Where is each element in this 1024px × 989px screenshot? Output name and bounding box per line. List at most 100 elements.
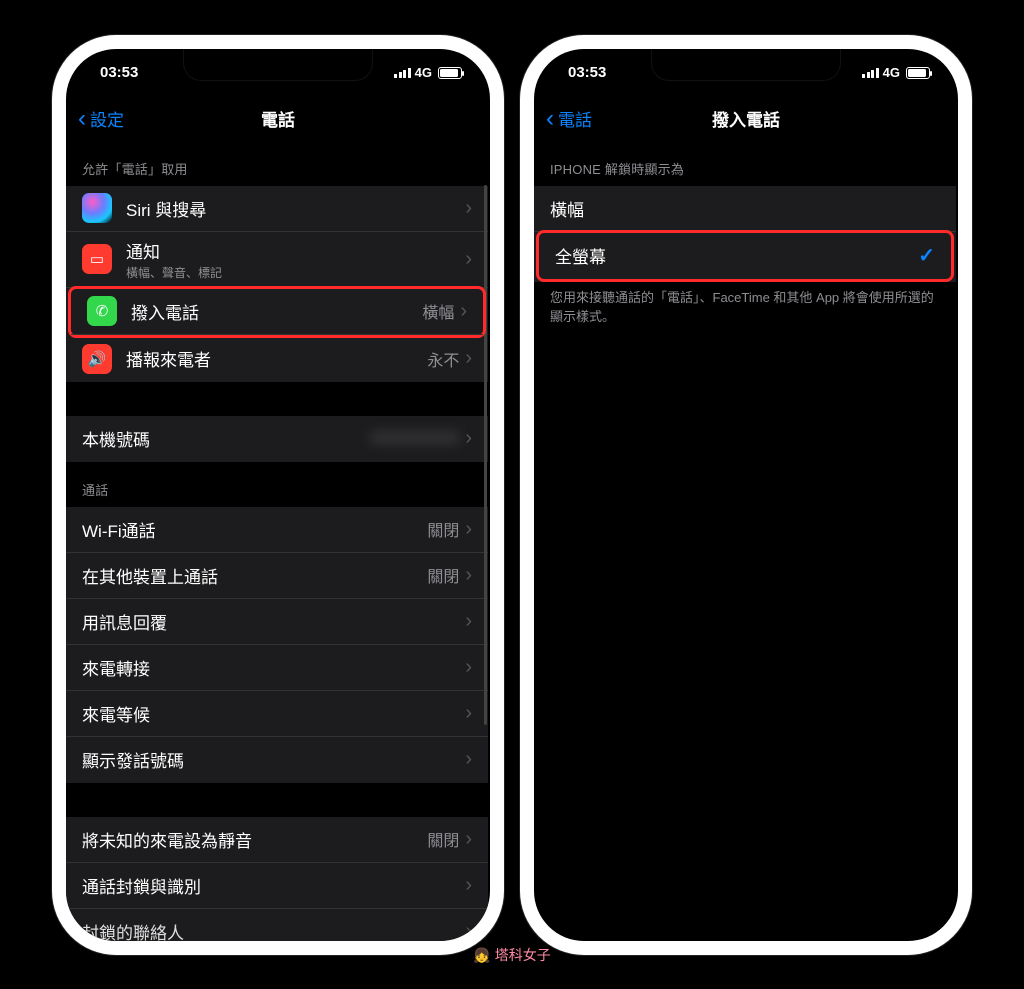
chevron-right-icon: › <box>465 828 472 851</box>
row-notifications[interactable]: ▭ 通知 橫幅、聲音、標記 › <box>66 232 488 288</box>
back-label: 電話 <box>558 106 592 131</box>
group-allow: Siri 與搜尋 › ▭ 通知 橫幅、聲音、標記 › ✆ 撥入電話 橫幅 <box>66 186 488 382</box>
row-reply-message[interactable]: 用訊息回覆 › <box>66 599 488 645</box>
row-label: 本機號碼 <box>82 426 370 451</box>
content-left: 允許「電話」取用 Siri 與搜尋 › ▭ 通知 橫幅、聲音、標記 › <box>66 141 488 941</box>
chevron-right-icon: › <box>465 610 472 633</box>
scroll-indicator[interactable] <box>484 185 487 725</box>
chevron-right-icon: › <box>465 427 472 450</box>
phone-left: 03:53 4G ‹ 設定 電話 允許「電話」取用 Siri 與搜尋 <box>52 35 504 955</box>
row-blocked-contacts[interactable]: 封鎖的聯絡人 › <box>66 909 488 941</box>
row-label: 播報來電者 <box>126 346 427 371</box>
watermark: 👧 塔科女子 <box>473 945 550 965</box>
row-value-blurred: 0000000000 <box>370 430 459 448</box>
row-label: 撥入電話 <box>131 299 422 324</box>
siri-icon <box>82 193 112 223</box>
row-announce-calls[interactable]: 🔊 播報來電者 永不 › <box>66 336 488 382</box>
row-call-blocking[interactable]: 通話封鎖與識別 › <box>66 863 488 909</box>
back-button[interactable]: ‹ 電話 <box>546 97 592 141</box>
group-mynumber: 本機號碼 0000000000 › <box>66 416 488 462</box>
footer-note: 您用來接聽通話的「電話」、FaceTime 和其他 App 將會使用所選的顯示樣… <box>534 280 956 327</box>
speaker-icon: 🔊 <box>82 344 112 374</box>
row-label: 封鎖的聯絡人 <box>82 919 465 941</box>
checkmark-icon: ✓ <box>918 243 935 268</box>
group-bottom: 將未知的來電設為靜音 關閉 › 通話封鎖與識別 › 封鎖的聯絡人 › <box>66 817 488 941</box>
back-label: 設定 <box>90 106 124 131</box>
row-option-fullscreen[interactable]: 全螢幕 ✓ <box>539 233 951 279</box>
row-label: 來電轉接 <box>82 655 465 680</box>
row-my-number[interactable]: 本機號碼 0000000000 › <box>66 416 488 462</box>
row-wifi-calling[interactable]: Wi-Fi通話 關閉 › <box>66 507 488 553</box>
row-siri[interactable]: Siri 與搜尋 › <box>66 186 488 232</box>
group-call: Wi-Fi通話 關閉 › 在其他裝置上通話 關閉 › 用訊息回覆 › 來電轉接 … <box>66 507 488 783</box>
section-header: IPHONE 解鎖時顯示為 <box>534 141 956 186</box>
highlight-incoming: ✆ 撥入電話 橫幅 › <box>68 286 486 338</box>
section-header-call: 通話 <box>66 462 488 507</box>
row-incoming-calls[interactable]: ✆ 撥入電話 橫幅 › <box>71 289 483 335</box>
row-label: 橫幅 <box>550 196 940 221</box>
page-title: 電話 <box>261 106 295 131</box>
content-right: IPHONE 解鎖時顯示為 橫幅 全螢幕 ✓ 您用來接聽通話的「電話」、Face… <box>534 141 956 941</box>
battery-icon <box>438 67 462 79</box>
network-label: 4G <box>883 65 900 80</box>
notch <box>183 49 373 81</box>
notifications-icon: ▭ <box>82 244 112 274</box>
status-time: 03:53 <box>568 64 606 81</box>
chevron-right-icon: › <box>465 347 472 370</box>
nav-bar: ‹ 電話 撥入電話 <box>534 97 958 141</box>
highlight-fullscreen: 全螢幕 ✓ <box>536 230 954 282</box>
nav-bar: ‹ 設定 電話 <box>66 97 490 141</box>
row-label: 顯示發話號碼 <box>82 747 465 772</box>
watermark-text: 塔科女子 <box>495 945 551 965</box>
row-value: 永不 <box>427 347 459 371</box>
row-value: 關閉 <box>427 563 459 587</box>
row-label: 用訊息回覆 <box>82 609 465 634</box>
chevron-left-icon: ‹ <box>546 107 554 131</box>
status-right: 4G <box>394 65 462 80</box>
back-button[interactable]: ‹ 設定 <box>78 97 124 141</box>
row-label: 通話封鎖與識別 <box>82 873 465 898</box>
chevron-right-icon: › <box>465 197 472 220</box>
row-call-waiting[interactable]: 來電等候 › <box>66 691 488 737</box>
phone-icon: ✆ <box>87 296 117 326</box>
phone-right: 03:53 4G ‹ 電話 撥入電話 IPHONE 解鎖時顯示為 橫幅 <box>520 35 972 955</box>
row-other-devices[interactable]: 在其他裝置上通話 關閉 › <box>66 553 488 599</box>
row-label: 來電等候 <box>82 701 465 726</box>
chevron-right-icon: › <box>465 564 472 587</box>
status-right: 4G <box>862 65 930 80</box>
chevron-right-icon: › <box>460 300 467 323</box>
chevron-right-icon: › <box>465 748 472 771</box>
chevron-right-icon: › <box>465 518 472 541</box>
row-label: Wi-Fi通話 <box>82 517 427 542</box>
row-label: 通知 <box>126 238 465 263</box>
chevron-right-icon: › <box>465 920 472 941</box>
row-label: Siri 與搜尋 <box>126 196 465 221</box>
row-value: 關閉 <box>427 827 459 851</box>
status-time: 03:53 <box>100 64 138 81</box>
row-label: 在其他裝置上通話 <box>82 563 427 588</box>
page-title: 撥入電話 <box>712 106 780 131</box>
group-options: 橫幅 全螢幕 ✓ <box>534 186 956 282</box>
chevron-right-icon: › <box>465 874 472 897</box>
row-show-caller-id[interactable]: 顯示發話號碼 › <box>66 737 488 783</box>
screen-left: 03:53 4G ‹ 設定 電話 允許「電話」取用 Siri 與搜尋 <box>66 49 490 941</box>
network-label: 4G <box>415 65 432 80</box>
row-value: 關閉 <box>427 517 459 541</box>
row-silence-unknown[interactable]: 將未知的來電設為靜音 關閉 › <box>66 817 488 863</box>
row-sublabel: 橫幅、聲音、標記 <box>126 264 465 281</box>
chevron-left-icon: ‹ <box>78 107 86 131</box>
screen-right: 03:53 4G ‹ 電話 撥入電話 IPHONE 解鎖時顯示為 橫幅 <box>534 49 958 941</box>
chevron-right-icon: › <box>465 702 472 725</box>
row-label: 全螢幕 <box>555 243 918 268</box>
battery-icon <box>906 67 930 79</box>
signal-icon <box>862 68 879 78</box>
row-call-forwarding[interactable]: 來電轉接 › <box>66 645 488 691</box>
chevron-right-icon: › <box>465 656 472 679</box>
row-value: 橫幅 <box>422 299 454 323</box>
chevron-right-icon: › <box>465 248 472 271</box>
signal-icon <box>394 68 411 78</box>
row-option-banner[interactable]: 橫幅 <box>534 186 956 232</box>
section-header-allow: 允許「電話」取用 <box>66 141 488 186</box>
notch <box>651 49 841 81</box>
watermark-icon: 👧 <box>473 947 490 964</box>
